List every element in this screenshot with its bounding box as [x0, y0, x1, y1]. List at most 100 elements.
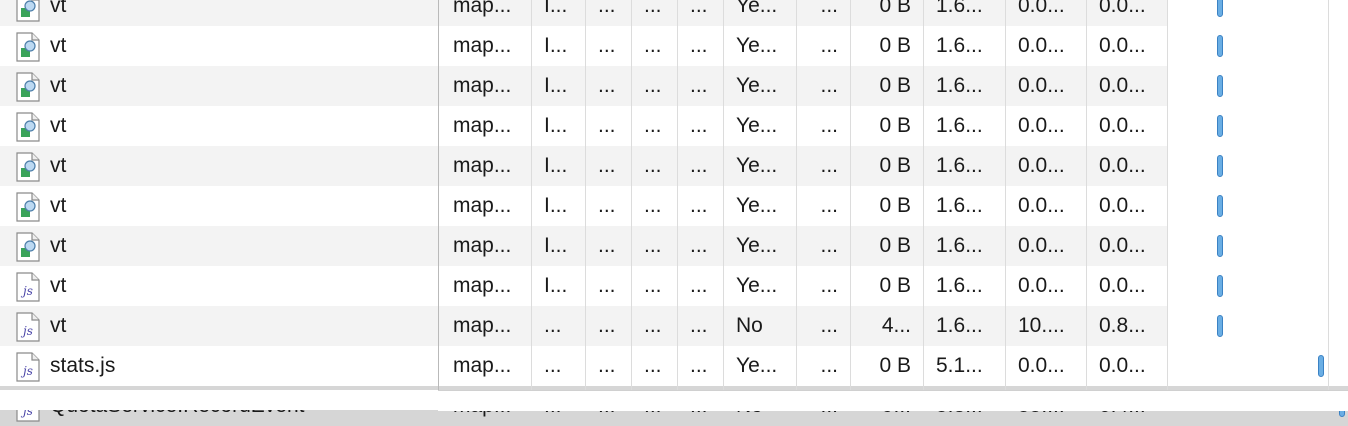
column-divider[interactable] — [850, 0, 851, 410]
column-divider[interactable] — [796, 0, 797, 410]
cached-cell: Ye... — [736, 194, 778, 217]
cached-cell: Ye... — [736, 274, 778, 297]
column-divider[interactable] — [1005, 0, 1006, 410]
waterfall-cell — [1167, 186, 1348, 226]
col4-cell: ... — [644, 74, 662, 97]
column-divider[interactable] — [723, 0, 724, 410]
col7-cell: ... — [820, 234, 838, 257]
time-cell: 1.6... — [936, 314, 983, 337]
table-row[interactable]: vt map... I............ Ye...... 0 B 1.6... 0.… — [0, 106, 1348, 146]
size-cell: 0 B — [879, 194, 911, 217]
cached-cell: Ye... — [736, 0, 778, 17]
table-row[interactable]: vt map... I............ Ye...... 0 B 1.6... 0.… — [0, 0, 1348, 26]
duration-cell: 0.0... — [1099, 34, 1146, 57]
waterfall-timing-bar[interactable] — [1217, 275, 1223, 297]
method-cell: map... — [453, 34, 512, 57]
duration-cell: 0.0... — [1099, 354, 1146, 377]
type-cell: I... — [544, 274, 568, 297]
latency-cell: 0.0... — [1018, 354, 1065, 377]
col4-cell: ... — [644, 234, 662, 257]
table-row[interactable]: vt map... I............ Ye...... 0 B 1.6... 0.… — [0, 146, 1348, 186]
waterfall-timing-bar[interactable] — [1217, 75, 1223, 97]
column-divider[interactable] — [585, 0, 586, 410]
col3-cell: ... — [598, 0, 616, 17]
waterfall-timing-bar[interactable] — [1217, 35, 1223, 57]
table-row[interactable]: vt map... I............ Ye...... 0 B 1.6... 0.… — [0, 226, 1348, 266]
method-cell: map... — [453, 114, 512, 137]
waterfall-timing-bar[interactable] — [1217, 0, 1223, 17]
column-divider[interactable] — [923, 0, 924, 410]
duration-cell: 0.0... — [1099, 274, 1146, 297]
table-row[interactable]: js vt map............... No... 4... 1.6... 10.… — [0, 306, 1348, 346]
col4-cell: ... — [644, 34, 662, 57]
cached-cell: Ye... — [736, 34, 778, 57]
col3-cell: ... — [598, 354, 616, 377]
table-row[interactable]: vt map... I............ Ye...... 0 B 1.6... 0.… — [0, 186, 1348, 226]
table-row[interactable]: js vt map... I............ Ye...... 0 B 1.6...… — [0, 266, 1348, 306]
waterfall-timing-bar[interactable] — [1217, 195, 1223, 217]
time-cell: 1.6... — [936, 0, 983, 17]
col4-cell: ... — [644, 194, 662, 217]
cached-cell: Ye... — [736, 74, 778, 97]
table-footer-left — [0, 390, 438, 410]
col5-cell: ... — [690, 154, 708, 177]
size-cell: 0 B — [879, 234, 911, 257]
col7-cell: ... — [820, 0, 838, 17]
column-divider[interactable] — [631, 0, 632, 410]
table-row[interactable]: js stats.js map............... Ye...... 0 B5… — [0, 346, 1348, 386]
col3-cell: ... — [598, 314, 616, 337]
cached-cell: Ye... — [736, 114, 778, 137]
resource-name-cell: vt — [50, 0, 67, 17]
duration-cell: 0.0... — [1099, 194, 1146, 217]
waterfall-cell — [1167, 226, 1348, 266]
waterfall-timing-bar[interactable] — [1318, 355, 1324, 377]
col3-cell: ... — [598, 234, 616, 257]
resource-name-cell: vt — [50, 154, 67, 177]
waterfall-timing-bar[interactable] — [1217, 315, 1223, 337]
waterfall-timing-bar[interactable] — [1217, 155, 1223, 177]
column-divider[interactable] — [531, 0, 532, 410]
type-cell: I... — [544, 234, 568, 257]
size-cell: 0 B — [879, 154, 911, 177]
size-cell: 0 B — [879, 74, 911, 97]
col3-cell: ... — [598, 194, 616, 217]
resource-name-cell: vt — [50, 114, 67, 137]
table-footer-right — [438, 390, 1348, 411]
col5-cell: ... — [690, 274, 708, 297]
col4-cell: ... — [644, 114, 662, 137]
size-cell: 0 B — [879, 0, 911, 17]
type-cell: I... — [544, 0, 568, 17]
col3-cell: ... — [598, 274, 616, 297]
type-cell: I... — [544, 154, 568, 177]
column-divider[interactable] — [1328, 0, 1329, 410]
cached-cell: No — [736, 314, 763, 337]
waterfall-timing-bar[interactable] — [1217, 235, 1223, 257]
col7-cell: ... — [820, 314, 838, 337]
time-cell: 1.6... — [936, 34, 983, 57]
col5-cell: ... — [690, 0, 708, 17]
col4-cell: ... — [644, 0, 662, 17]
column-divider[interactable] — [1086, 0, 1087, 410]
col7-cell: ... — [820, 114, 838, 137]
col4-cell: ... — [644, 314, 662, 337]
waterfall-timing-bar[interactable] — [1217, 115, 1223, 137]
duration-cell: 0.0... — [1099, 154, 1146, 177]
table-row[interactable]: vt map... I............ Ye...... 0 B 1.6... 0.… — [0, 66, 1348, 106]
column-divider[interactable] — [677, 0, 678, 410]
latency-cell: 0.0... — [1018, 234, 1065, 257]
col5-cell: ... — [690, 314, 708, 337]
waterfall-cell — [1167, 146, 1348, 186]
col7-cell: ... — [820, 354, 838, 377]
column-divider[interactable] — [1167, 0, 1168, 410]
column-divider[interactable] — [438, 0, 439, 410]
latency-cell: 0.0... — [1018, 0, 1065, 17]
col7-cell: ... — [820, 154, 838, 177]
waterfall-cell — [1167, 0, 1348, 26]
latency-cell: 0.0... — [1018, 74, 1065, 97]
col5-cell: ... — [690, 354, 708, 377]
waterfall-cell — [1167, 306, 1348, 346]
waterfall-cell — [1167, 266, 1348, 306]
table-row[interactable]: vt map... I............ Ye...... 0 B 1.6... 0.… — [0, 26, 1348, 66]
time-cell: 1.6... — [936, 234, 983, 257]
col5-cell: ... — [690, 114, 708, 137]
